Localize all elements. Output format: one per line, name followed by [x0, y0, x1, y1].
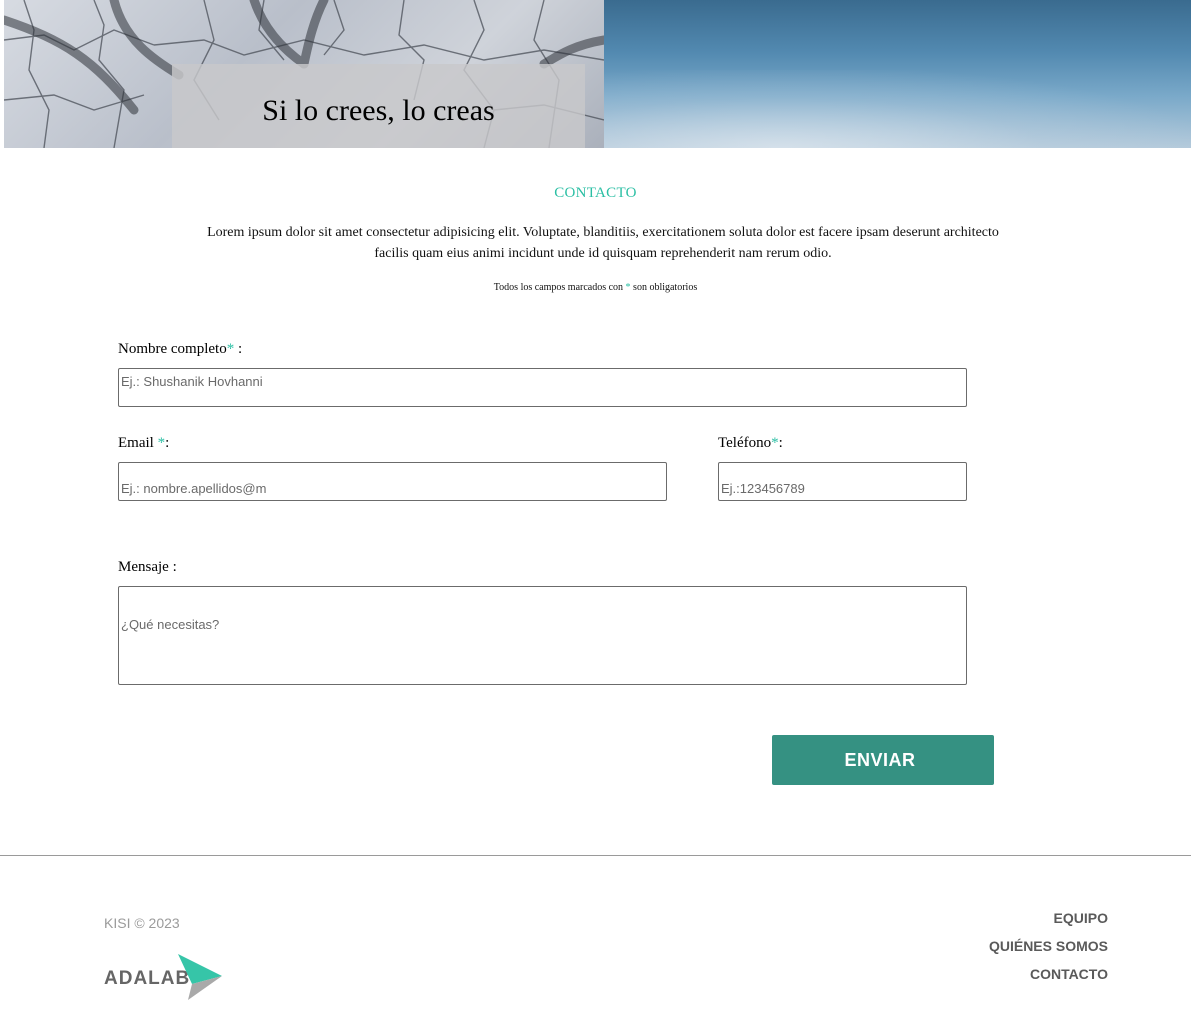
email-required-asterisk: *	[157, 435, 166, 451]
contact-section-title: CONTACTO	[554, 185, 637, 201]
name-input[interactable]	[118, 368, 967, 407]
email-label-text: Email	[118, 435, 158, 451]
email-input[interactable]	[118, 462, 667, 501]
footer-link-equipo[interactable]: EQUIPO	[989, 904, 1108, 932]
required-note-text: Todos los campos marcados con	[493, 282, 626, 293]
message-textarea[interactable]	[118, 586, 967, 685]
hero-title: Si lo crees, lo creas	[262, 94, 495, 127]
required-fields-note: Todos los campos marcados con * son obli…	[0, 282, 1191, 293]
adalab-logo: ADALAB	[104, 954, 222, 1002]
name-label-suffix: :	[234, 341, 243, 357]
footer-link-quienes-somos[interactable]: QUIÉNES SOMOS	[989, 932, 1108, 960]
message-label: Mensaje :	[118, 559, 177, 575]
footer-link-contacto[interactable]: CONTACTO	[989, 960, 1108, 988]
footer-divider	[0, 855, 1191, 856]
hero-banner: Si lo crees, lo creas	[4, 0, 1191, 148]
phone-label-suffix: :	[778, 435, 783, 451]
hero-title-panel: Si lo crees, lo creas	[172, 64, 585, 148]
email-label: Email *:	[118, 435, 169, 452]
name-label: Nombre completo* :	[118, 341, 242, 358]
phone-required-asterisk: *	[771, 435, 779, 451]
footer-nav: EQUIPO QUIÉNES SOMOS CONTACTO	[989, 904, 1108, 988]
email-label-suffix: :	[165, 435, 170, 451]
submit-button[interactable]: ENVIAR	[772, 735, 994, 785]
required-note-text-end: son obligatorios	[630, 282, 698, 293]
contact-intro-text: Lorem ipsum dolor sit amet consectetur a…	[207, 225, 999, 261]
adalab-logo-mark-icon	[178, 954, 222, 1000]
name-label-text: Nombre completo	[118, 341, 227, 357]
hero-sky-image	[604, 0, 1191, 148]
phone-input[interactable]	[718, 462, 967, 501]
footer-copyright: KISI © 2023	[104, 915, 180, 931]
phone-label-text: Teléfono	[718, 435, 772, 451]
phone-label: Teléfono*:	[718, 435, 783, 452]
